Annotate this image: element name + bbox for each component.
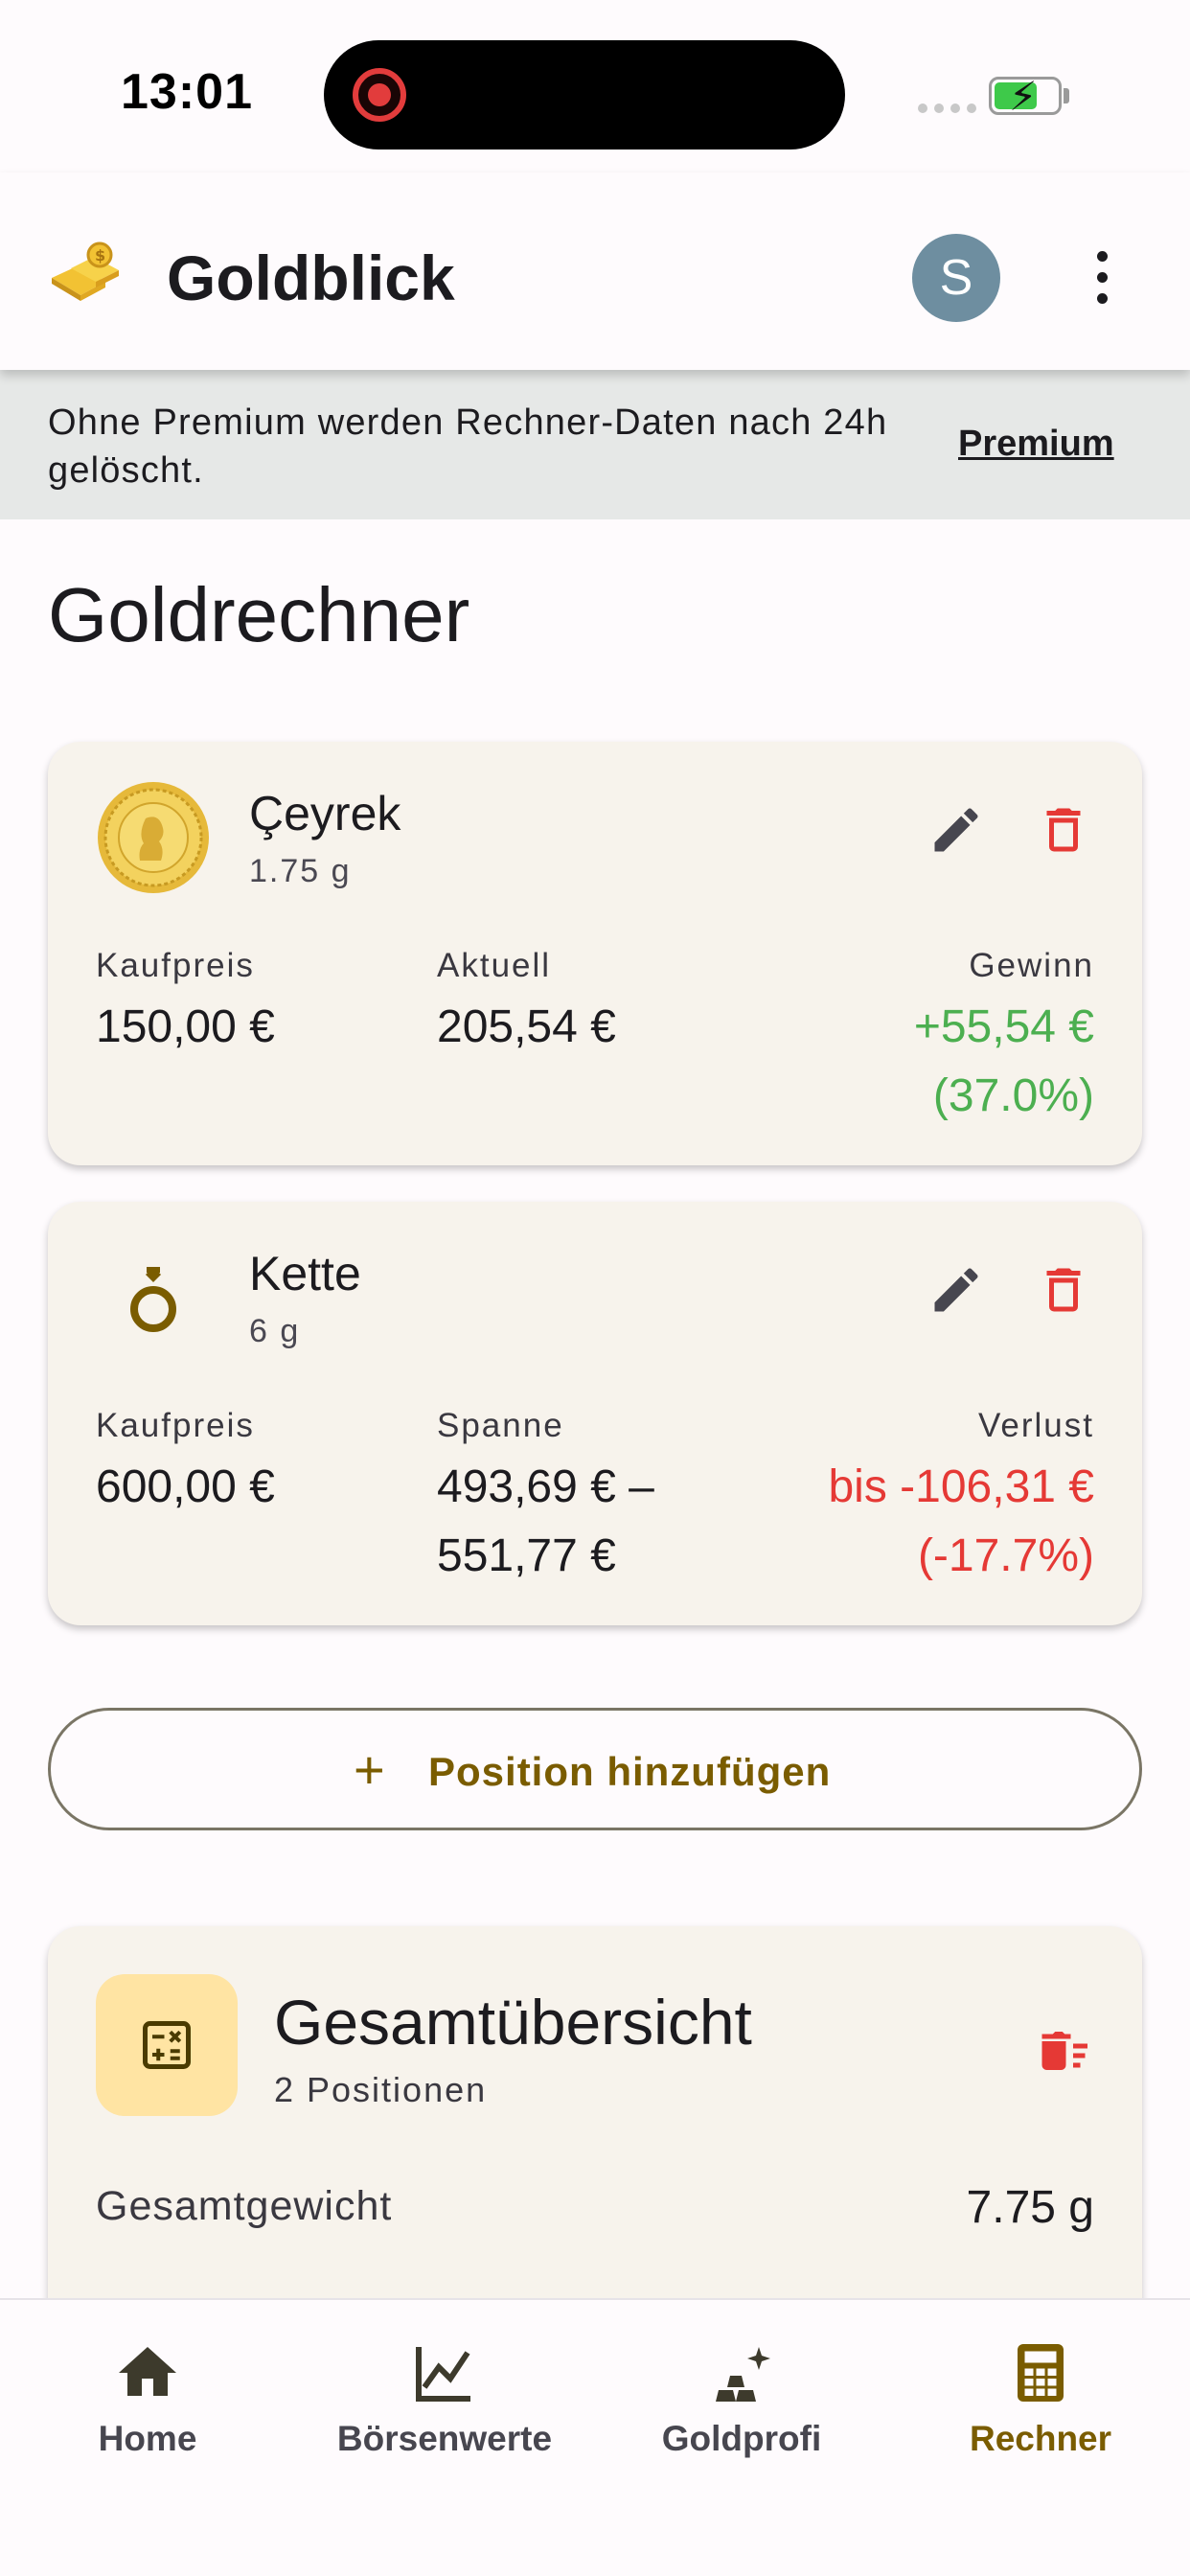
- status-bar: 13:01 ⚡: [0, 0, 1190, 172]
- cellular-signal-icon: [918, 104, 976, 113]
- home-icon: [119, 2347, 176, 2396]
- user-avatar[interactable]: S: [912, 234, 1000, 322]
- more-options-icon[interactable]: [1085, 251, 1119, 305]
- loss-value: bis -106,31 € (-17.7%): [828, 1453, 1094, 1591]
- add-position-label: Position hinzufügen: [428, 1749, 832, 1794]
- total-weight-label: Gesamtgewicht: [96, 2183, 393, 2229]
- delete-all-icon[interactable]: [1035, 2022, 1092, 2080]
- current-value: 205,54 €: [437, 1001, 616, 1052]
- summary-subtitle: 2 Positionen: [274, 2070, 488, 2109]
- battery-icon: ⚡: [989, 74, 1062, 119]
- edit-icon[interactable]: [927, 801, 985, 859]
- current-value-label: Aktuell: [437, 947, 552, 984]
- range-value: 493,69 € – 551,77 €: [437, 1461, 654, 1581]
- summary-title: Gesamtübersicht: [274, 1987, 752, 2058]
- position-name: Çeyrek: [249, 787, 401, 840]
- app-title: Goldblick: [167, 242, 455, 313]
- summary-icon-container: [96, 1974, 238, 2116]
- dynamic-island: [324, 40, 845, 150]
- position-card[interactable]: Kette 6 g Kaufpreis 600,00 € Spanne 493,…: [48, 1202, 1142, 1625]
- position-weight: 6 g: [249, 1313, 301, 1349]
- plus-icon: +: [354, 1739, 385, 1800]
- bottom-navigation: Home Börsenwerte Goldprofi Rechner: [0, 2298, 1190, 2576]
- calculator-box-icon: [143, 2021, 191, 2069]
- nav-item-boersenwerte[interactable]: Börsenwerte: [301, 2338, 588, 2459]
- nav-item-home[interactable]: Home: [4, 2338, 291, 2459]
- nav-label-home: Home: [98, 2419, 197, 2458]
- loss-label: Verlust: [978, 1407, 1094, 1444]
- gold-logo-icon: $: [52, 242, 119, 301]
- loss-amount: bis -106,31 €: [828, 1461, 1094, 1512]
- banner-message: Ohne Premium werden Rechner-Daten nach 2…: [48, 402, 888, 491]
- chart-icon: [416, 2347, 470, 2402]
- purchase-price-value: 600,00 €: [96, 1461, 275, 1512]
- gain-percent: (37.0%): [932, 1070, 1094, 1121]
- app-bar: $ Goldblick S: [0, 172, 1190, 370]
- gain-label: Gewinn: [969, 947, 1094, 984]
- calculator-icon: [1018, 2344, 1064, 2402]
- ring-icon: [130, 1267, 176, 1332]
- nav-label-rechner: Rechner: [969, 2419, 1112, 2458]
- total-weight-value: 7.75 g: [966, 2182, 1094, 2233]
- battery-cap: [1064, 88, 1069, 104]
- nav-item-goldprofi[interactable]: Goldprofi: [598, 2338, 885, 2459]
- position-name: Kette: [249, 1247, 361, 1300]
- nav-label-boersenwerte: Börsenwerte: [336, 2419, 553, 2458]
- purchase-price-value: 150,00 €: [96, 1001, 275, 1052]
- status-time: 13:01: [121, 64, 253, 120]
- premium-link[interactable]: Premium: [958, 424, 1114, 465]
- range-label: Spanne: [437, 1407, 564, 1444]
- position-card[interactable]: Çeyrek 1.75 g Kaufpreis 150,00 € Aktuell…: [48, 742, 1142, 1165]
- delete-icon[interactable]: [1035, 1261, 1092, 1319]
- gain-value: +55,54 € (37.0%): [914, 993, 1094, 1131]
- purchase-price-label: Kaufpreis: [96, 947, 255, 984]
- purchase-price-label: Kaufpreis: [96, 1407, 255, 1444]
- position-weight: 1.75 g: [249, 853, 352, 889]
- gain-amount: +55,54 €: [913, 1001, 1094, 1052]
- svg-text:$: $: [95, 246, 105, 264]
- delete-icon[interactable]: [1035, 801, 1092, 859]
- loss-percent: (-17.7%): [917, 1530, 1094, 1581]
- edit-icon[interactable]: [927, 1261, 985, 1319]
- nav-item-rechner[interactable]: Rechner: [897, 2338, 1184, 2459]
- gold-coin-icon: [98, 782, 209, 893]
- nav-label-goldprofi: Goldprofi: [661, 2419, 822, 2458]
- page-title: Goldrechner: [48, 572, 470, 657]
- screen-recording-icon: [353, 68, 406, 122]
- premium-banner: Ohne Premium werden Rechner-Daten nach 2…: [0, 370, 1190, 519]
- add-position-button[interactable]: + Position hinzufügen: [48, 1708, 1142, 1830]
- gold-bars-sparkle-icon: [716, 2347, 770, 2402]
